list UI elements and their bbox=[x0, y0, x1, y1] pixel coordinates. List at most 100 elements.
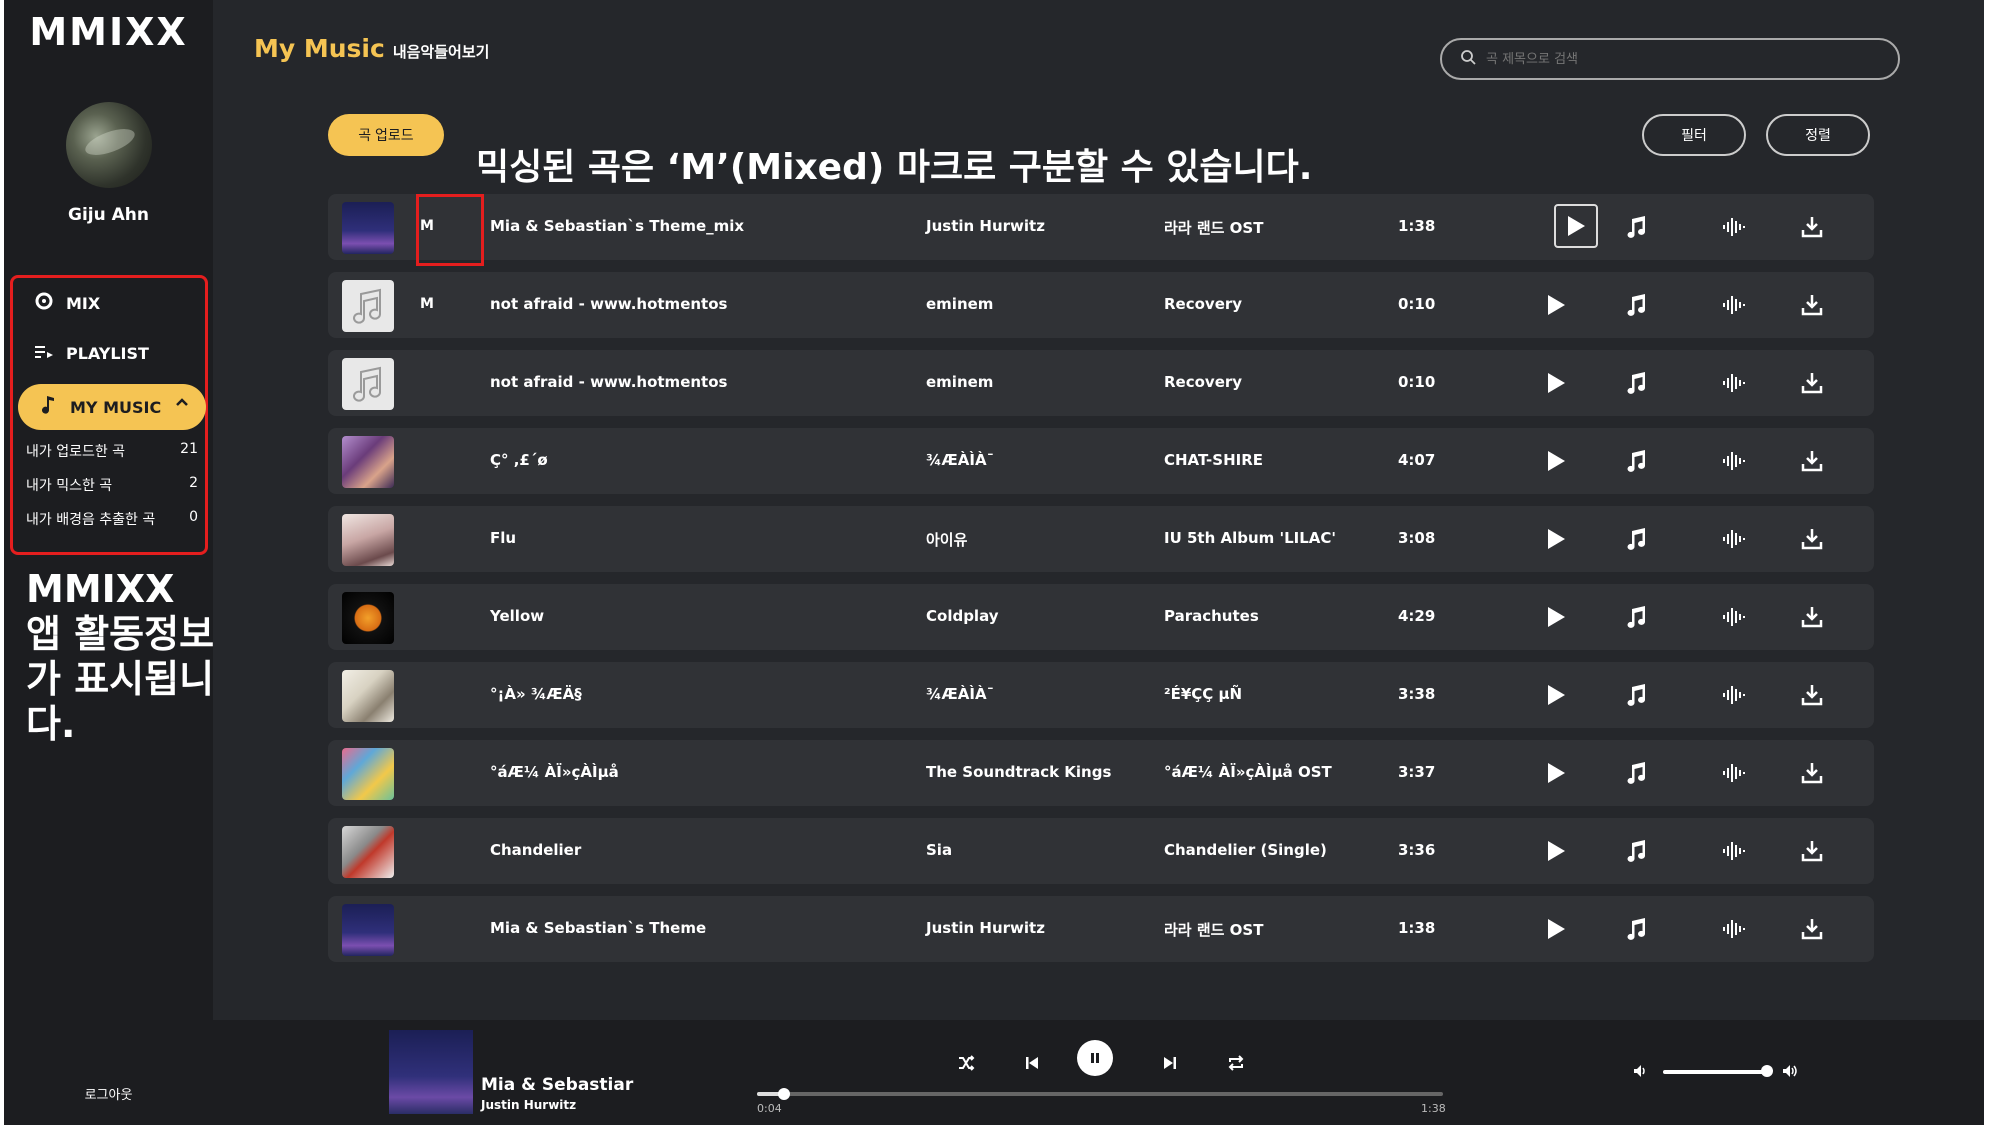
song-row[interactable]: Ç° ,£´ø ¾ÆÀÌÀ¯ CHAT-SHIRE 4:07 bbox=[328, 428, 1874, 494]
download-button[interactable] bbox=[1794, 599, 1830, 635]
add-to-mix-button[interactable] bbox=[1618, 833, 1654, 869]
song-album: 라라 랜드 OST bbox=[1164, 219, 1264, 237]
play-button[interactable] bbox=[1538, 755, 1574, 791]
filter-button[interactable]: 필터 bbox=[1642, 114, 1746, 156]
download-button[interactable] bbox=[1794, 755, 1830, 791]
song-artist: Sia bbox=[926, 841, 953, 859]
waveform-icon bbox=[1723, 296, 1745, 314]
play-icon bbox=[1548, 841, 1565, 861]
waveform-icon bbox=[1723, 452, 1745, 470]
extract-background-button[interactable] bbox=[1716, 209, 1752, 245]
music-note-icon bbox=[1627, 372, 1645, 394]
album-cover bbox=[342, 514, 394, 566]
waveform-icon bbox=[1723, 218, 1745, 236]
song-row[interactable]: not afraid - www.hotmentos eminem Recovery… bbox=[328, 350, 1874, 416]
song-album: Parachutes bbox=[1164, 607, 1259, 625]
sort-button[interactable]: 정렬 bbox=[1766, 114, 1870, 156]
extract-background-button[interactable] bbox=[1716, 521, 1752, 557]
song-row[interactable]: Flu 아이유 IU 5th Album 'LILAC' 3:08 bbox=[328, 506, 1874, 572]
song-duration: 3:36 bbox=[1398, 841, 1436, 859]
download-button[interactable] bbox=[1794, 287, 1830, 323]
song-artist: Coldplay bbox=[926, 607, 999, 625]
mixed-mark-highlight-box bbox=[416, 194, 484, 266]
download-button[interactable] bbox=[1794, 443, 1830, 479]
search-box[interactable] bbox=[1440, 38, 1900, 80]
extract-background-button[interactable] bbox=[1716, 677, 1752, 713]
app-logo[interactable]: MMIXX bbox=[4, 10, 213, 54]
play-icon bbox=[1548, 763, 1565, 783]
add-to-mix-button[interactable] bbox=[1618, 365, 1654, 401]
sidebar-item-my-music[interactable]: MY MUSIC bbox=[18, 384, 206, 430]
song-album: Chandelier (Single) bbox=[1164, 841, 1327, 859]
previous-button[interactable] bbox=[1017, 1048, 1047, 1078]
play-button[interactable] bbox=[1538, 287, 1574, 323]
waveform-icon bbox=[1723, 764, 1745, 782]
mute-button[interactable] bbox=[1625, 1056, 1655, 1086]
sidebar-item-playlist[interactable]: PLAYLIST bbox=[34, 344, 149, 363]
download-button[interactable] bbox=[1794, 209, 1830, 245]
play-button[interactable] bbox=[1538, 599, 1574, 635]
search-input[interactable] bbox=[1484, 50, 1848, 68]
play-button[interactable] bbox=[1538, 443, 1574, 479]
volume-slider[interactable] bbox=[1663, 1065, 1773, 1077]
progress-handle[interactable] bbox=[778, 1088, 791, 1100]
repeat-button[interactable] bbox=[1221, 1048, 1251, 1078]
play-icon bbox=[1548, 607, 1565, 627]
add-to-mix-button[interactable] bbox=[1618, 911, 1654, 947]
play-button[interactable] bbox=[1538, 911, 1574, 947]
now-playing-title: Mia & Sebastiar bbox=[481, 1075, 634, 1095]
extract-background-button[interactable] bbox=[1716, 599, 1752, 635]
pause-button[interactable] bbox=[1077, 1040, 1113, 1076]
download-button[interactable] bbox=[1794, 365, 1830, 401]
add-to-mix-button[interactable] bbox=[1618, 521, 1654, 557]
play-button[interactable] bbox=[1554, 204, 1598, 248]
add-to-mix-button[interactable] bbox=[1618, 677, 1654, 713]
extract-background-button[interactable] bbox=[1716, 755, 1752, 791]
sidebar-item-mix[interactable]: MIX bbox=[34, 292, 100, 314]
song-duration: 4:07 bbox=[1398, 451, 1436, 469]
extract-background-button[interactable] bbox=[1716, 287, 1752, 323]
song-row[interactable]: Mia & Sebastian`s Theme Justin Hurwitz 라라 … bbox=[328, 896, 1874, 962]
extract-background-button[interactable] bbox=[1716, 365, 1752, 401]
add-to-mix-button[interactable] bbox=[1618, 599, 1654, 635]
album-cover bbox=[342, 670, 394, 722]
volume-max-button[interactable] bbox=[1775, 1056, 1805, 1086]
play-icon bbox=[1548, 685, 1565, 705]
progress-bar[interactable] bbox=[757, 1088, 1443, 1100]
extract-background-button[interactable] bbox=[1716, 911, 1752, 947]
stat-count: 0 bbox=[189, 509, 198, 525]
shuffle-icon bbox=[959, 1055, 975, 1071]
download-button[interactable] bbox=[1794, 833, 1830, 869]
song-row[interactable]: Mnot afraid - www.hotmentos eminem Recover… bbox=[328, 272, 1874, 338]
extract-background-button[interactable] bbox=[1716, 833, 1752, 869]
song-row[interactable]: Chandelier Sia Chandelier (Single) 3:36 bbox=[328, 818, 1874, 884]
download-button[interactable] bbox=[1794, 911, 1830, 947]
song-album: Recovery bbox=[1164, 373, 1243, 391]
shuffle-button[interactable] bbox=[951, 1048, 981, 1078]
extract-background-button[interactable] bbox=[1716, 443, 1752, 479]
download-button[interactable] bbox=[1794, 677, 1830, 713]
play-button[interactable] bbox=[1538, 833, 1574, 869]
music-note-icon bbox=[1627, 528, 1645, 550]
add-to-mix-button[interactable] bbox=[1618, 287, 1654, 323]
add-to-mix-button[interactable] bbox=[1618, 443, 1654, 479]
logout-button[interactable]: 로그아웃 bbox=[4, 1084, 213, 1103]
stat-uploaded: 내가 업로드한 곡 21 bbox=[26, 441, 198, 461]
add-to-mix-button[interactable] bbox=[1618, 755, 1654, 791]
avatar[interactable] bbox=[66, 102, 152, 188]
song-title: Mia & Sebastian`s Theme_mix bbox=[490, 217, 745, 235]
add-to-mix-button[interactable] bbox=[1618, 209, 1654, 245]
song-row[interactable]: °áÆ¼ ÀÏ»çÀÌµå The Soundtrack Kings °áÆ¼ ÀÏ… bbox=[328, 740, 1874, 806]
volume-handle[interactable] bbox=[1761, 1065, 1773, 1077]
play-button[interactable] bbox=[1538, 521, 1574, 557]
upload-button[interactable]: 곡 업로드 bbox=[328, 114, 444, 156]
play-button[interactable] bbox=[1538, 677, 1574, 713]
chevron-up-icon[interactable] bbox=[174, 394, 190, 414]
song-row[interactable]: M Mia & Sebastian`s Theme_mix Justin Hurwi… bbox=[328, 194, 1874, 260]
now-playing-cover[interactable] bbox=[389, 1030, 473, 1114]
play-button[interactable] bbox=[1538, 365, 1574, 401]
song-row[interactable]: Yellow Coldplay Parachutes 4:29 bbox=[328, 584, 1874, 650]
download-button[interactable] bbox=[1794, 521, 1830, 557]
song-row[interactable]: °¡À» ¾ÆÄ§ ¾ÆÀÌÀ¯ ²É¥ÇÇ µÑ 3:38 bbox=[328, 662, 1874, 728]
next-button[interactable] bbox=[1155, 1048, 1185, 1078]
